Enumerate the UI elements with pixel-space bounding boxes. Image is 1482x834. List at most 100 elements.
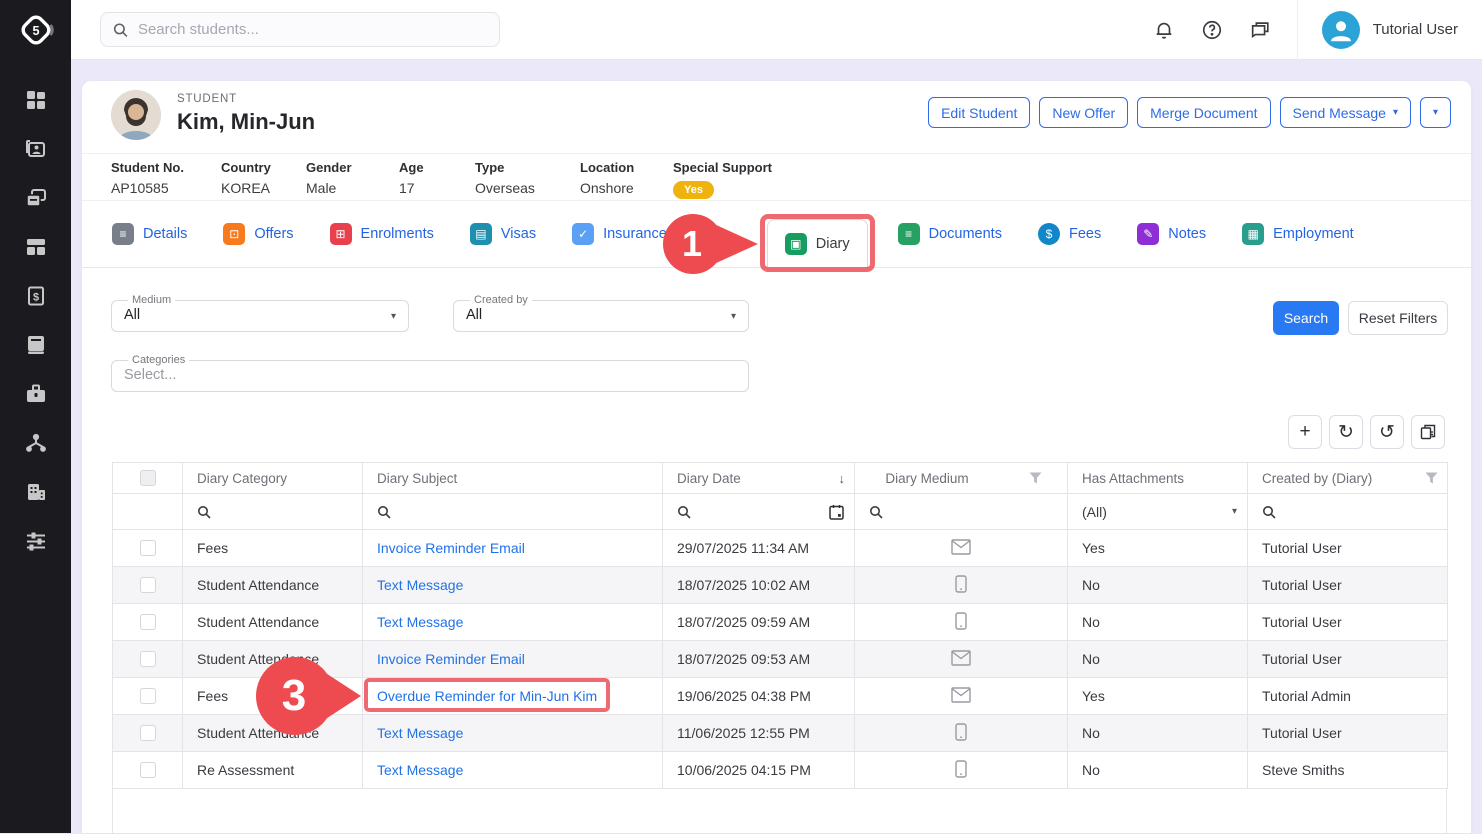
briefcase-icon[interactable]: [24, 382, 48, 406]
field-label: Gender: [306, 160, 399, 175]
filter-subject[interactable]: [363, 494, 663, 530]
filter-category-input[interactable]: [259, 504, 352, 519]
row-checkbox[interactable]: [140, 688, 156, 704]
diary-category: Student Attendance: [197, 651, 319, 667]
diary-category: Fees: [197, 540, 228, 556]
col-diary-medium[interactable]: Diary Medium: [855, 463, 1068, 494]
students-icon[interactable]: [24, 137, 48, 161]
merge-document-button[interactable]: Merge Document: [1137, 97, 1270, 128]
row-checkbox[interactable]: [140, 540, 156, 556]
created-by-select[interactable]: Created by All ▾: [453, 294, 749, 332]
add-icon[interactable]: +: [1288, 415, 1322, 449]
categories-select[interactable]: Categories Select...: [111, 354, 749, 392]
filter-funnel-icon[interactable]: [1029, 472, 1042, 484]
filter-category[interactable]: [183, 494, 363, 530]
chevron-down-icon: ▾: [1433, 108, 1438, 118]
copy-icon[interactable]: [1411, 415, 1445, 449]
tab-details[interactable]: ≡Details: [112, 223, 187, 245]
medium-select[interactable]: Medium All ▾: [111, 294, 409, 332]
field-label: Special Support: [673, 160, 772, 175]
tab-diary[interactable]: ▣Diary1: [767, 219, 868, 269]
tab-insurance[interactable]: ✓Insurance: [572, 223, 667, 245]
tab-documents[interactable]: ≡Documents: [898, 223, 1002, 245]
table-row: FeesOverdue Reminder for Min-Jun Kim319/…: [113, 678, 1448, 715]
tab-fees[interactable]: $Fees: [1038, 223, 1101, 245]
chat-icon[interactable]: [1249, 19, 1271, 41]
diary-subject-link[interactable]: Text Message: [377, 725, 463, 741]
email-icon: [951, 650, 971, 666]
edit-student-button[interactable]: Edit Student: [928, 97, 1030, 128]
mobile-icon: [955, 612, 967, 630]
tab-notes[interactable]: ✎Notes: [1137, 223, 1206, 245]
filter-medium[interactable]: [855, 494, 1068, 530]
row-checkbox[interactable]: [140, 651, 156, 667]
person-icon: [1326, 15, 1356, 45]
diary-subject-link[interactable]: Invoice Reminder Email: [377, 651, 525, 667]
select-all-checkbox[interactable]: [140, 470, 156, 486]
diary-subject-link[interactable]: Invoice Reminder Email: [377, 540, 525, 556]
search-button[interactable]: Search: [1273, 301, 1339, 335]
filter-date[interactable]: [663, 494, 855, 530]
diary-subject-link[interactable]: Text Message: [377, 577, 463, 593]
user-name[interactable]: Tutorial User: [1373, 21, 1458, 38]
network-icon[interactable]: [24, 431, 48, 455]
row-checkbox[interactable]: [140, 577, 156, 593]
help-icon[interactable]: [1201, 19, 1223, 41]
filter-created-by-input[interactable]: [1332, 504, 1437, 519]
col-created-by[interactable]: Created by (Diary): [1248, 463, 1448, 494]
attachments-filter-value[interactable]: (All): [1082, 504, 1107, 520]
bell-icon[interactable]: [1153, 19, 1175, 41]
row-checkbox[interactable]: [140, 762, 156, 778]
fees-icon[interactable]: $: [24, 284, 48, 308]
fees-icon: $: [1038, 223, 1060, 245]
search-icon: [113, 22, 128, 38]
more-actions-button[interactable]: ▾: [1420, 97, 1451, 128]
search-input[interactable]: [138, 21, 487, 38]
layout-icon[interactable]: [24, 235, 48, 259]
col-diary-date[interactable]: Diary Date↓: [663, 463, 855, 494]
has-attachments: Yes: [1082, 540, 1105, 556]
tab-visas[interactable]: ▤Visas: [470, 223, 536, 245]
global-search[interactable]: [100, 12, 500, 47]
col-diary-category[interactable]: Diary Category: [183, 463, 363, 494]
sort-desc-icon[interactable]: ↓: [839, 471, 846, 486]
courses-icon[interactable]: [24, 333, 48, 357]
diary-subject-link[interactable]: Text Message: [377, 762, 463, 778]
table-row: Student AttendanceText Message18/07/2025…: [113, 567, 1448, 604]
created-by: Tutorial User: [1262, 725, 1342, 741]
row-checkbox[interactable]: [140, 614, 156, 630]
organisation-icon[interactable]: [24, 480, 48, 504]
reset-filters-button[interactable]: Reset Filters: [1348, 301, 1448, 335]
tab-employment[interactable]: ▦Employment: [1242, 223, 1354, 245]
cards-icon[interactable]: [24, 186, 48, 210]
refresh-icon[interactable]: ↻: [1329, 415, 1363, 449]
tab-label: Details: [143, 226, 187, 242]
tab-offers[interactable]: ⊡Offers: [223, 223, 293, 245]
settings-icon[interactable]: [24, 529, 48, 553]
col-diary-subject[interactable]: Diary Subject: [363, 463, 663, 494]
tab-enrolments[interactable]: ⊞Enrolments: [330, 223, 434, 245]
select-all-header[interactable]: [113, 463, 183, 494]
app-logo-icon[interactable]: 5: [0, 0, 71, 60]
send-message-button[interactable]: Send Message▾: [1280, 97, 1411, 128]
diary-subject-link[interactable]: Overdue Reminder for Min-Jun Kim: [377, 688, 597, 704]
filter-attachments[interactable]: (All)▾: [1068, 494, 1248, 530]
medium-value: All: [124, 307, 396, 323]
svg-text:1: 1: [682, 223, 702, 264]
diary-filters: Medium All ▾ Created by All ▾ Categories…: [82, 268, 1471, 415]
user-avatar[interactable]: [1322, 11, 1360, 49]
calendar-icon[interactable]: [829, 504, 844, 520]
new-offer-button[interactable]: New Offer: [1039, 97, 1128, 128]
filter-created-by[interactable]: [1248, 494, 1448, 530]
row-checkbox[interactable]: [140, 725, 156, 741]
diary-subject-link[interactable]: Text Message: [377, 614, 463, 630]
filter-funnel-icon[interactable]: [1425, 472, 1438, 484]
dashboard-icon[interactable]: [24, 88, 48, 112]
filter-medium-input[interactable]: [944, 504, 1057, 519]
has-attachments: No: [1082, 725, 1100, 741]
filter-subject-input[interactable]: [487, 504, 652, 519]
col-has-attachments[interactable]: Has Attachments: [1068, 463, 1248, 494]
history-icon[interactable]: ↺: [1370, 415, 1404, 449]
created-by-value: All: [466, 307, 736, 323]
has-attachments: No: [1082, 651, 1100, 667]
